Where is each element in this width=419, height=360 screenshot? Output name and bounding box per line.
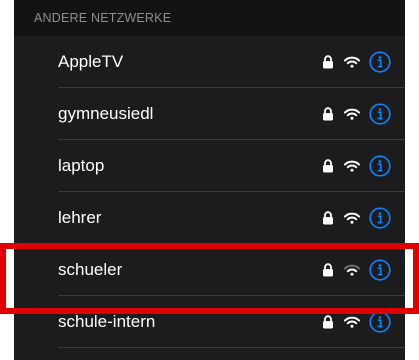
info-icon[interactable]	[369, 311, 391, 333]
lock-icon	[323, 159, 333, 173]
info-icon[interactable]	[369, 259, 391, 281]
network-row-schueler[interactable]: schueler	[14, 244, 405, 296]
network-name: gymneusiedl	[58, 104, 154, 123]
network-status-icons	[322, 88, 391, 140]
network-name: laptop	[58, 156, 105, 175]
network-status-icons	[322, 244, 391, 296]
network-list: AppleTV gymneusiedl laptop lehrer schuel…	[14, 36, 405, 348]
info-icon[interactable]	[369, 155, 391, 177]
lock-icon	[323, 55, 333, 69]
network-status-icons	[322, 296, 391, 348]
wifi-signal-icon	[344, 108, 360, 120]
info-icon[interactable]	[369, 103, 391, 125]
network-row-laptop[interactable]: laptop	[14, 140, 405, 192]
network-name: schule-intern	[58, 312, 156, 331]
wifi-signal-icon	[344, 264, 360, 276]
network-status-icons	[322, 36, 391, 88]
network-status-icons	[322, 140, 391, 192]
info-icon[interactable]	[369, 207, 391, 229]
network-row-schule-intern[interactable]: schule-intern	[14, 296, 405, 348]
info-icon[interactable]	[369, 51, 391, 73]
network-name: AppleTV	[58, 52, 124, 71]
network-row-lehrer[interactable]: lehrer	[14, 192, 405, 244]
section-header: ANDERE NETZWERKE	[14, 0, 405, 36]
network-name: schueler	[58, 260, 123, 279]
network-row-gymneusiedl[interactable]: gymneusiedl	[14, 88, 405, 140]
row-separator	[58, 347, 405, 348]
wifi-signal-icon	[344, 316, 360, 328]
wifi-network-panel: ANDERE NETZWERKE AppleTV gymneusiedl lap…	[14, 0, 405, 360]
wifi-signal-icon	[344, 56, 360, 68]
lock-icon	[323, 315, 333, 329]
wifi-signal-icon	[344, 212, 360, 224]
lock-icon	[323, 263, 333, 277]
lock-icon	[323, 107, 333, 121]
network-status-icons	[322, 192, 391, 244]
lock-icon	[323, 211, 333, 225]
network-name: lehrer	[58, 208, 102, 227]
network-row-appletv[interactable]: AppleTV	[14, 36, 405, 88]
wifi-signal-icon	[344, 160, 360, 172]
